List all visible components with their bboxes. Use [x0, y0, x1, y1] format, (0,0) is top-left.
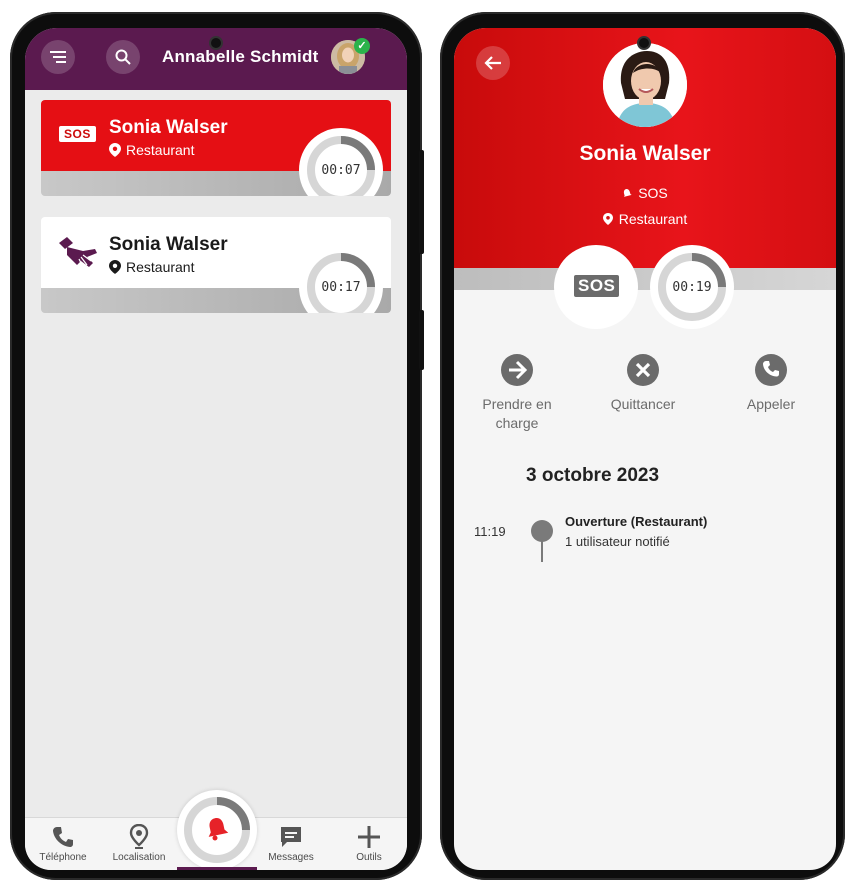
sos-badge: SOS: [574, 275, 620, 297]
acknowledge-button[interactable]: Quittancer: [588, 353, 698, 414]
acknowledge-label: Quittancer: [610, 396, 676, 412]
timeline-date: 3 octobre 2023: [526, 465, 660, 486]
sos-badge: SOS: [59, 126, 96, 142]
alert-timer: 00:07: [299, 128, 383, 196]
message-icon: [281, 827, 301, 847]
alert-location: Restaurant: [126, 142, 195, 158]
bottom-nav: Téléphone Localisation Messages Outils: [25, 790, 407, 870]
menu-icon: [50, 51, 66, 63]
close-circle-icon: [627, 354, 659, 386]
location-pin-icon: [109, 143, 121, 157]
hand-icon: [59, 237, 97, 268]
alert-type-row: SOS: [454, 185, 836, 201]
alert-timer: 00:17: [299, 245, 383, 313]
event-time: 11:19: [474, 524, 506, 539]
timer-value: 00:17: [321, 279, 361, 295]
call-button[interactable]: Appeler: [716, 353, 826, 414]
alert-person-name: Sonia Walser: [109, 117, 228, 138]
alert-location: Restaurant: [618, 211, 688, 227]
online-status-badge: ✓: [354, 38, 370, 54]
plus-icon: [358, 826, 380, 848]
person-avatar: [603, 43, 687, 127]
alert-detail-screen: Sonia Walser SOS Restaurant SOS 00:19 Pr…: [454, 28, 836, 870]
front-camera: [209, 36, 223, 50]
nav-messages[interactable]: Messages: [253, 822, 329, 863]
nav-tools-label: Outils: [356, 852, 382, 863]
location-pin-icon: [109, 260, 121, 274]
location-pin-icon: [602, 213, 613, 225]
power-button: [419, 310, 424, 370]
alert-location: Restaurant: [126, 259, 195, 275]
alert-card-hand[interactable]: Sonia Walser Restaurant 00:17: [41, 217, 391, 313]
event-subtitle: 1 utilisateur notifié: [565, 534, 670, 549]
alert-timer: 00:19: [650, 245, 734, 329]
search-icon: [115, 49, 131, 65]
menu-button[interactable]: [41, 40, 75, 74]
alerts-list-screen: Annabelle Schmidt ✓ SOS Sonia Walser Res…: [25, 28, 407, 870]
take-charge-button[interactable]: Prendre en charge: [462, 353, 572, 433]
phone-icon: [755, 354, 787, 386]
timer-value: 00:07: [321, 162, 361, 178]
bell-small-icon: [624, 189, 632, 197]
arrow-left-icon: [484, 56, 501, 70]
search-button[interactable]: [106, 40, 140, 74]
timeline-pin-icon: [531, 520, 553, 562]
nav-phone[interactable]: Téléphone: [25, 822, 101, 863]
arrow-right-icon: [501, 354, 533, 386]
header-band: [454, 268, 836, 290]
timer-value: 00:19: [672, 279, 712, 295]
location-icon: [129, 824, 149, 849]
active-tab-indicator: [177, 867, 257, 870]
nav-phone-label: Téléphone: [39, 852, 87, 863]
event-title: Ouverture (Restaurant): [565, 514, 708, 529]
nav-location-label: Localisation: [112, 852, 166, 863]
alert-card-sos[interactable]: SOS Sonia Walser Restaurant 00:07: [41, 100, 391, 196]
alerts-fab[interactable]: [177, 790, 257, 870]
nav-location[interactable]: Localisation: [101, 822, 177, 863]
bell-icon: [208, 818, 229, 841]
location-row: Restaurant: [454, 211, 836, 227]
phone-icon: [53, 827, 73, 847]
nav-tools[interactable]: Outils: [331, 822, 407, 863]
take-charge-label: Prendre en charge: [482, 396, 552, 431]
volume-button: [419, 150, 424, 254]
front-camera: [637, 36, 651, 50]
alert-type: SOS: [638, 185, 668, 201]
alert-person-name: Sonia Walser: [109, 234, 228, 255]
sos-type-circle: SOS: [554, 245, 638, 329]
avatar-photo: [603, 43, 687, 127]
person-name: Sonia Walser: [579, 142, 711, 165]
back-button[interactable]: [476, 46, 510, 80]
user-name: Annabelle Schmidt: [162, 47, 319, 66]
call-label: Appeler: [746, 396, 796, 412]
nav-messages-label: Messages: [268, 852, 314, 863]
